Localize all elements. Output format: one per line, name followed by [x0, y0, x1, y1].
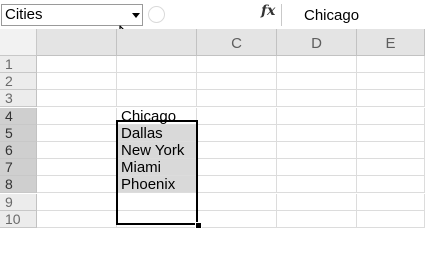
cell-b5[interactable]: Dallas: [117, 125, 197, 142]
cell-d9[interactable]: [277, 194, 357, 211]
name-box[interactable]: Cities: [1, 4, 143, 26]
cell-b3[interactable]: [117, 90, 197, 107]
cell-c4[interactable]: [197, 108, 277, 125]
cell-c6[interactable]: [197, 142, 277, 159]
cell-c10[interactable]: [197, 211, 277, 228]
cell-d8[interactable]: [277, 176, 357, 193]
cell-a5[interactable]: [37, 125, 117, 142]
cell-d7[interactable]: [277, 159, 357, 176]
cell-a7[interactable]: [37, 159, 117, 176]
row-header-6[interactable]: 6: [0, 142, 37, 159]
cell-e2[interactable]: [357, 73, 425, 90]
cell-c9[interactable]: [197, 194, 277, 211]
row-header-1[interactable]: 1: [0, 56, 37, 73]
row-header-4[interactable]: 4: [0, 108, 37, 125]
chevron-down-icon[interactable]: [132, 13, 140, 18]
column-header-b[interactable]: B: [117, 29, 197, 56]
row-header-7[interactable]: 7: [0, 159, 37, 176]
name-box-value: Cities: [5, 6, 43, 23]
cell-a9[interactable]: [37, 194, 117, 211]
row-header-8[interactable]: 8: [0, 176, 37, 193]
cancel-entry-icon[interactable]: [148, 6, 165, 23]
insert-function-icon[interactable]: fx: [261, 3, 275, 19]
cell-e7[interactable]: [357, 159, 425, 176]
cell-b2[interactable]: [117, 73, 197, 90]
cell-b9[interactable]: [117, 194, 197, 211]
formula-bar: Cities fx: [0, 0, 425, 30]
row-header-3[interactable]: 3: [0, 90, 37, 107]
column-header-c[interactable]: C: [197, 29, 277, 56]
cell-b6[interactable]: New York: [117, 142, 197, 159]
row-header-5[interactable]: 5: [0, 125, 37, 142]
cell-d10[interactable]: [277, 211, 357, 228]
column-header-d[interactable]: D: [277, 29, 357, 56]
cell-d3[interactable]: [277, 90, 357, 107]
cell-a10[interactable]: [37, 211, 117, 228]
cell-b1[interactable]: [117, 56, 197, 73]
cell-e4[interactable]: [357, 108, 425, 125]
cell-d2[interactable]: [277, 73, 357, 90]
select-all-corner[interactable]: [0, 29, 37, 56]
cell-c2[interactable]: [197, 73, 277, 90]
cell-d6[interactable]: [277, 142, 357, 159]
column-header-e[interactable]: E: [357, 29, 425, 56]
cell-e3[interactable]: [357, 90, 425, 107]
cell-a3[interactable]: [37, 90, 117, 107]
cell-a6[interactable]: [37, 142, 117, 159]
row-header-10[interactable]: 10: [0, 211, 37, 228]
cell-c7[interactable]: [197, 159, 277, 176]
column-header-row: A B C D E: [0, 29, 425, 56]
cell-a1[interactable]: [37, 56, 117, 73]
cell-e8[interactable]: [357, 176, 425, 193]
cell-e6[interactable]: [357, 142, 425, 159]
cell-c5[interactable]: [197, 125, 277, 142]
row-header-2[interactable]: 2: [0, 73, 37, 90]
cell-c3[interactable]: [197, 90, 277, 107]
cell-c1[interactable]: [197, 56, 277, 73]
cell-a4[interactable]: [37, 108, 117, 125]
cell-e10[interactable]: [357, 211, 425, 228]
cell-b8[interactable]: Phoenix: [117, 176, 197, 193]
row-header-9[interactable]: 9: [0, 194, 37, 211]
cell-c8[interactable]: [197, 176, 277, 193]
fill-handle[interactable]: [195, 222, 202, 229]
cell-a2[interactable]: [37, 73, 117, 90]
cell-b10[interactable]: [117, 211, 197, 228]
cell-d4[interactable]: [277, 108, 357, 125]
column-header-a[interactable]: A: [37, 29, 117, 56]
cell-e1[interactable]: [357, 56, 425, 73]
cell-d1[interactable]: [277, 56, 357, 73]
cell-b4[interactable]: Chicago: [117, 108, 197, 125]
formula-input[interactable]: [281, 4, 424, 26]
cell-d5[interactable]: [277, 125, 357, 142]
cell-b7[interactable]: Miami: [117, 159, 197, 176]
cell-a8[interactable]: [37, 176, 117, 193]
cell-e5[interactable]: [357, 125, 425, 142]
cell-e9[interactable]: [357, 194, 425, 211]
